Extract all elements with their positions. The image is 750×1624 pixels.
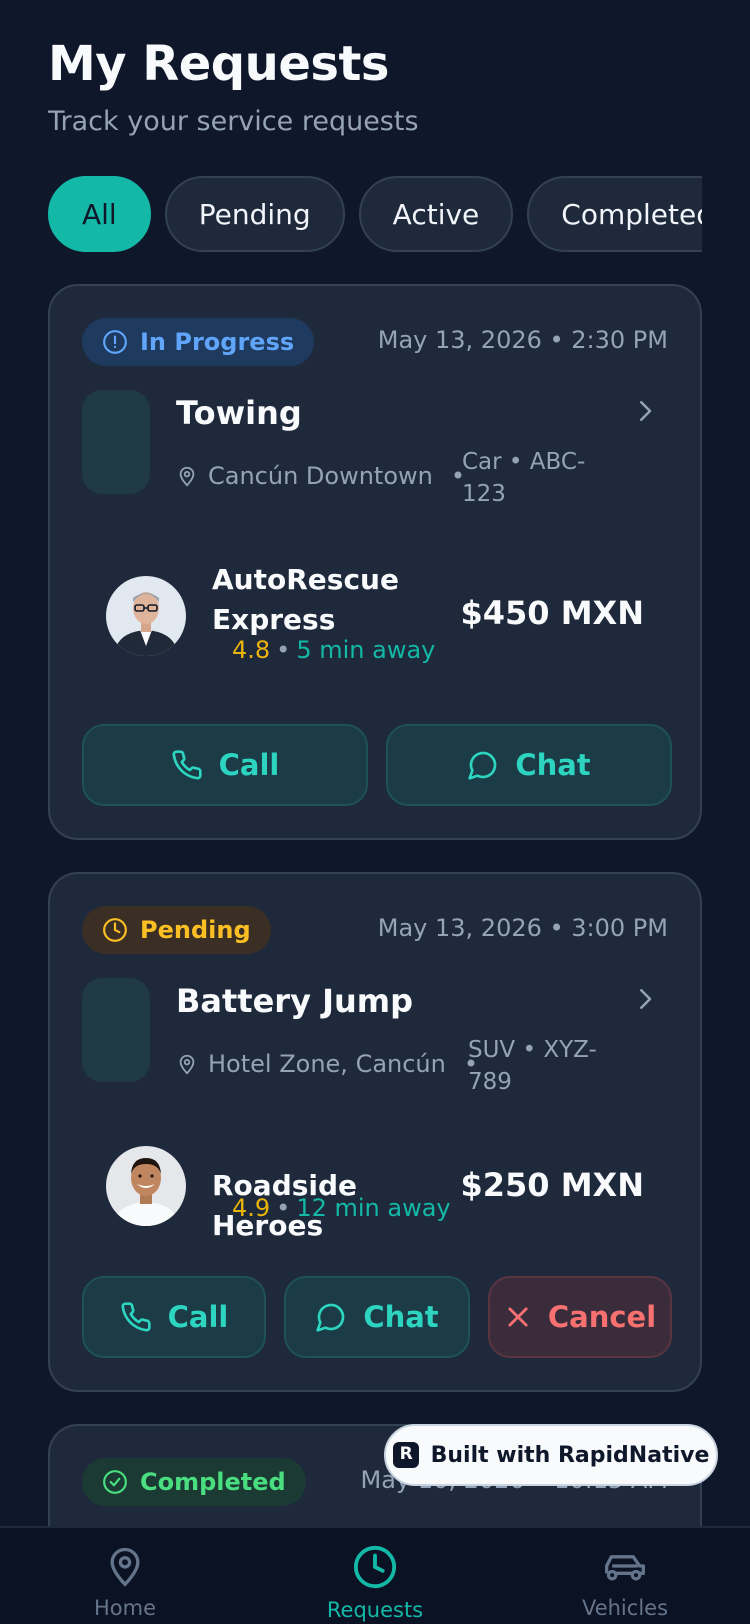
request-price: $450 MXN [460,594,645,632]
filter-chip-active[interactable]: Active [358,176,514,252]
rapidnative-badge[interactable]: R Built with RapidNative [384,1424,718,1486]
chat-button-label: Chat [515,748,591,782]
filter-chip-completed[interactable]: Completed [527,176,702,252]
page-header: My Requests Track your service requests [48,36,419,137]
filter-chips: All Pending Active Completed [48,176,702,252]
cancel-button[interactable]: Cancel [488,1276,672,1358]
rapidnative-label: Built with RapidNative [430,1442,710,1468]
provider-rating: 4.8 [232,636,271,664]
page-title: My Requests [48,36,389,92]
clock-icon [353,1545,397,1589]
chat-button-label: Chat [363,1300,439,1334]
map-pin-icon [179,1054,195,1075]
request-card[interactable]: Pending May 13, 2026 • 3:00 PM Battery J… [48,872,702,1392]
alert-circle-icon [103,330,127,354]
phone-icon [172,750,202,780]
request-datetime: May 13, 2026 • 3:00 PM [377,914,668,942]
phone-icon [121,1302,151,1332]
chat-button[interactable]: Chat [284,1276,470,1358]
chevron-right-icon[interactable] [630,984,660,1014]
request-price: $250 MXN [460,1166,645,1204]
map-pin-icon [179,466,195,487]
car-icon [605,1555,645,1581]
filter-chip-all[interactable]: All [48,176,151,252]
call-button-label: Call [167,1300,229,1334]
status-badge: In Progress [82,318,315,366]
status-badge: Pending [82,906,271,954]
request-datetime: May 13, 2026 • 2:30 PM [377,326,668,354]
service-title: Battery Jump [176,982,413,1020]
status-badge: Completed [82,1458,306,1506]
tab-label: Vehicles [581,1596,669,1620]
provider-eta: 5 min away [296,636,436,664]
status-label: Completed [140,1468,286,1496]
tab-home[interactable]: Home [35,1544,215,1620]
status-label: In Progress [140,328,295,356]
location-label: Hotel Zone, Cancún [208,1050,446,1078]
bottom-tab-bar: Home Requests Vehicles [0,1526,750,1624]
provider-name: AutoRescue Express [212,563,399,636]
call-button[interactable]: Call [82,724,368,806]
page-subtitle: Track your service requests [48,106,419,137]
map-pin-icon [110,1547,140,1587]
provider-avatar [106,576,186,656]
filter-chip-pending[interactable]: Pending [164,176,345,252]
vehicle-info: SUV • XYZ-789 [468,1037,597,1095]
provider-rating: 4.9 [232,1194,271,1222]
location-label: Cancún Downtown [208,462,433,490]
service-icon [82,978,150,1082]
call-button[interactable]: Call [82,1276,266,1358]
provider-meta: 4.9 • 12 min away [232,1194,451,1222]
chat-bubble-icon [468,751,497,780]
clock-icon [103,918,127,942]
provider-eta: 12 min away [296,1194,451,1222]
tab-label: Home [93,1596,156,1620]
tab-label: Requests [326,1598,424,1622]
rapidnative-logo-icon: R [392,1442,419,1468]
chevron-right-icon[interactable] [630,396,660,426]
tab-vehicles[interactable]: Vehicles [535,1544,715,1620]
request-location: Cancún Downtown • [176,462,479,490]
service-icon [82,390,150,494]
chat-button[interactable]: Chat [386,724,672,806]
provider-avatar [106,1146,186,1226]
cancel-button-label: Cancel [547,1300,657,1334]
status-label: Pending [140,916,251,944]
request-location: Hotel Zone, Cancún • [176,1050,492,1078]
tab-requests[interactable]: Requests [285,1544,465,1622]
call-button-label: Call [218,748,280,782]
check-circle-icon [103,1470,127,1494]
meta-separator: • [276,636,291,664]
request-card[interactable]: In Progress May 13, 2026 • 2:30 PM Towin… [48,284,702,840]
chat-bubble-icon [316,1303,345,1332]
meta-separator: • [276,1194,291,1222]
close-icon [508,1307,528,1327]
vehicle-info: Car • ABC-123 [462,449,586,507]
provider-meta: 4.8 • 5 min away [232,636,435,664]
service-title: Towing [176,394,302,432]
